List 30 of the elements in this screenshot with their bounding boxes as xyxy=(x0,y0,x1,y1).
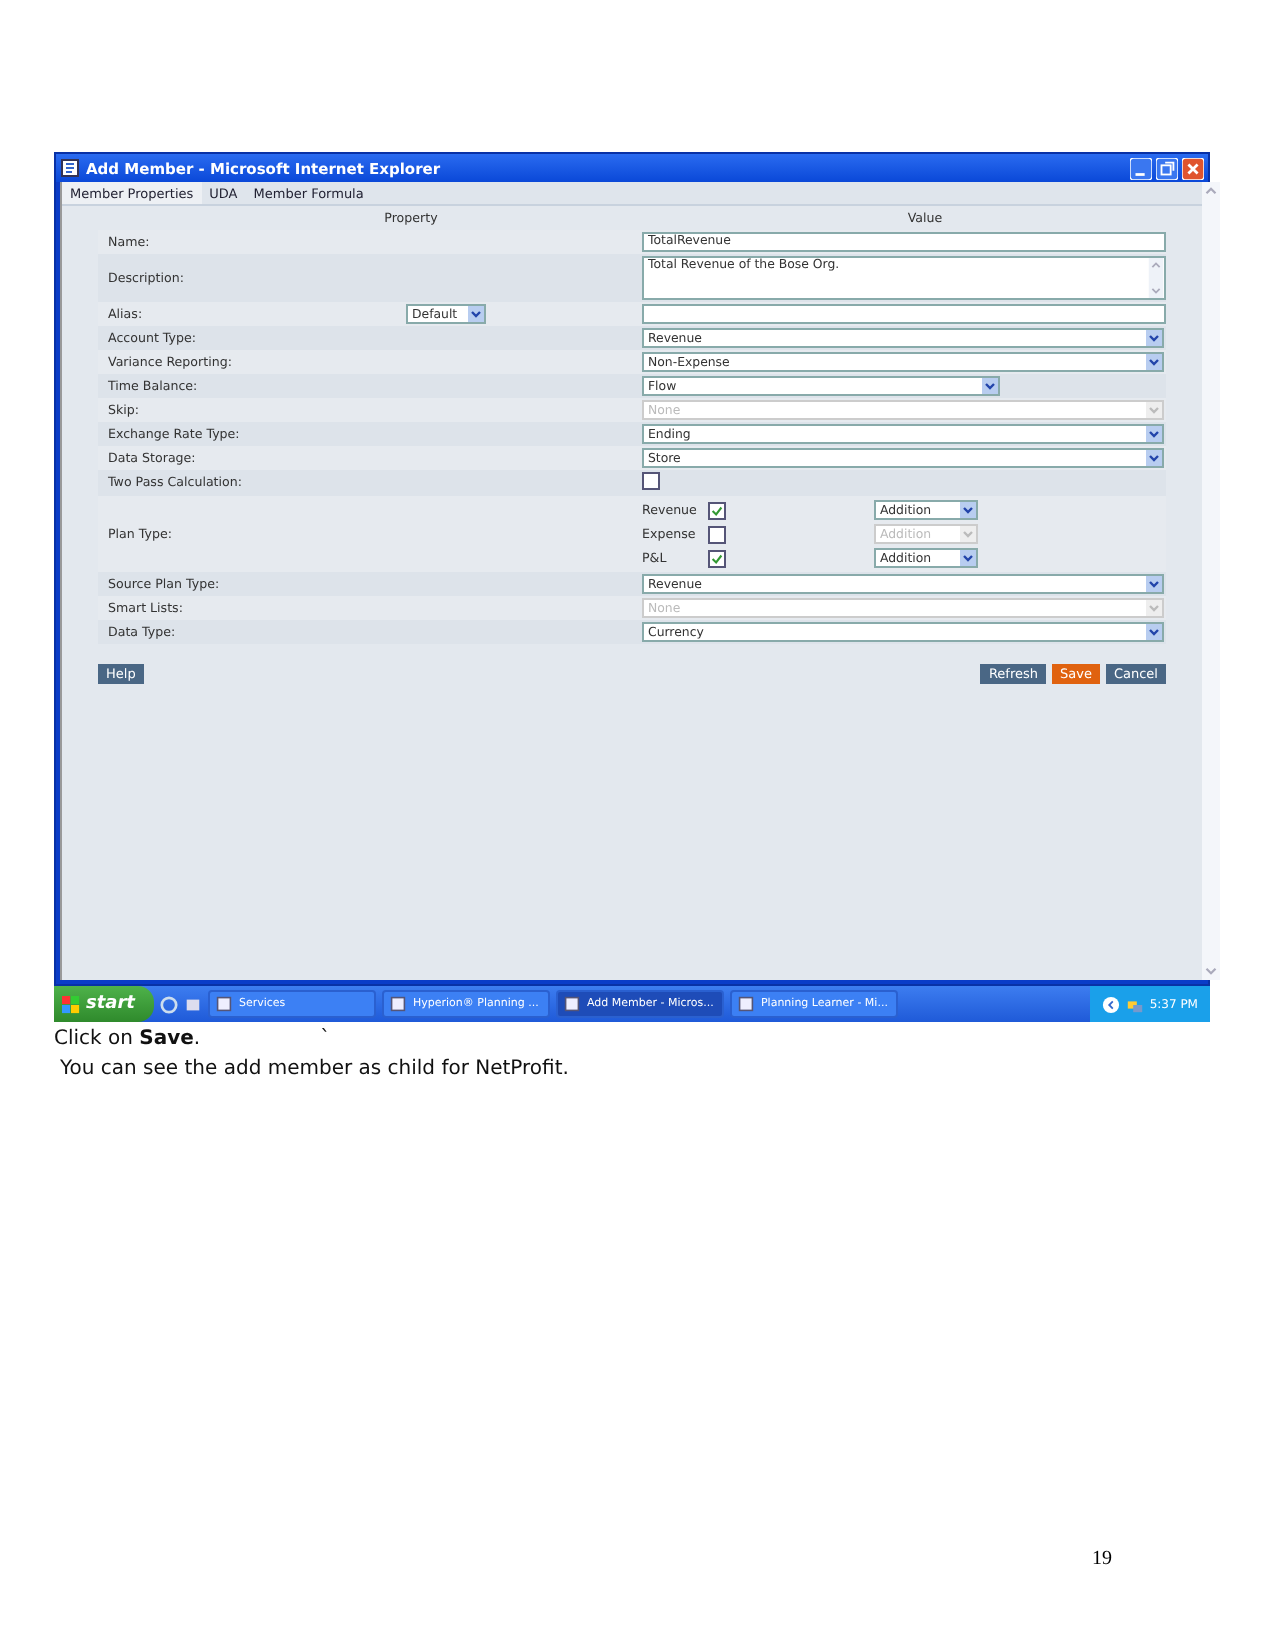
checkbox[interactable] xyxy=(642,472,660,490)
dropdown-arrow-icon xyxy=(1146,576,1162,592)
minimize-icon[interactable] xyxy=(1130,157,1152,179)
windows-flag-icon xyxy=(62,995,80,1013)
dropdown-arrow-icon xyxy=(960,502,976,518)
note-text: You can see the add member as child for NetProfit. xyxy=(58,1058,569,1080)
dropdown-arrow-icon xyxy=(960,526,976,542)
dropdown-arrow-icon xyxy=(960,550,976,566)
window-icon xyxy=(390,996,407,1012)
chevron-icon[interactable] xyxy=(1101,995,1120,1013)
page-number: 19 xyxy=(1092,1548,1112,1570)
checkbox[interactable] xyxy=(708,501,726,519)
scrollbar-icon xyxy=(1148,258,1164,298)
instruction-text: Click on Save. xyxy=(54,1028,201,1050)
close-icon[interactable] xyxy=(1182,157,1204,179)
page-icon xyxy=(60,158,80,178)
dropdown-arrow-icon xyxy=(468,306,484,322)
dropdown-arrow-icon xyxy=(1146,354,1162,370)
dropdown-arrow-icon xyxy=(1146,330,1162,346)
window-icon xyxy=(216,996,233,1012)
alias-field[interactable] xyxy=(642,304,1166,324)
restore-icon[interactable] xyxy=(1156,157,1178,179)
stray-mark: ` xyxy=(320,1028,331,1050)
checkbox[interactable] xyxy=(708,549,726,567)
window-icon xyxy=(738,996,755,1012)
dropdown-arrow-icon xyxy=(1146,624,1162,640)
dropdown-arrow-icon xyxy=(1146,450,1162,466)
dropdown-arrow-icon xyxy=(982,378,998,394)
dropdown-arrow-icon xyxy=(1146,426,1162,442)
window-icon xyxy=(564,996,581,1012)
